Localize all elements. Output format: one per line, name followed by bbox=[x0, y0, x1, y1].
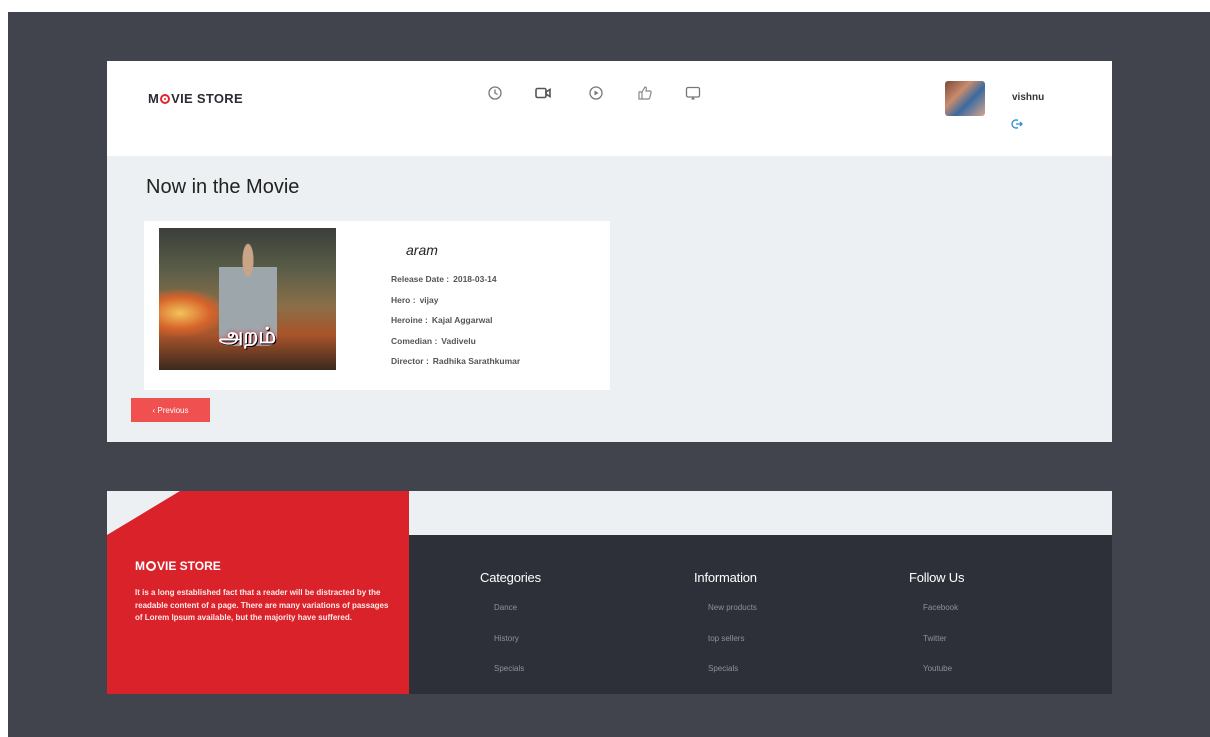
footer-link[interactable]: Specials bbox=[494, 664, 541, 695]
footer-logo[interactable]: M VIE STORE bbox=[135, 559, 221, 573]
user-name[interactable]: vishnu bbox=[1012, 92, 1044, 103]
detail-heroine: Heroine : Kajal Aggarwal bbox=[391, 315, 493, 325]
site-logo[interactable]: M VIE STORE bbox=[148, 91, 243, 106]
video-camera-icon[interactable] bbox=[533, 83, 553, 103]
footer-col-information: Information New products top sellers Spe… bbox=[694, 570, 757, 695]
play-circle-icon[interactable] bbox=[586, 83, 606, 103]
footer-link[interactable]: Specials bbox=[708, 664, 757, 695]
previous-button[interactable]: ‹ Previous bbox=[131, 398, 210, 422]
movie-details: Release Date :2018-03-14 Hero : vijay Her… bbox=[391, 274, 520, 377]
page-title: Now in the Movie bbox=[146, 176, 300, 198]
logout-icon[interactable] bbox=[1011, 117, 1023, 129]
movie-name[interactable]: aram bbox=[406, 242, 438, 258]
footer-col-title: Categories bbox=[480, 570, 541, 585]
top-header: M VIE STORE vishnu bbox=[107, 61, 1112, 156]
detail-director: Director : Radhika Sarathkumar bbox=[391, 356, 521, 366]
main-content: Now in the Movie அறம் aram Release Date … bbox=[107, 156, 1112, 442]
footer-dark-panel: Categories Dance History Specials Inform… bbox=[409, 535, 1112, 694]
screen-cast-icon[interactable] bbox=[683, 83, 703, 103]
movie-card[interactable]: அறம் aram Release Date :2018-03-14 Hero … bbox=[144, 221, 610, 390]
footer-col-title: Follow Us bbox=[909, 570, 965, 585]
footer-col-follow-us: Follow Us Facebook Twitter Youtube bbox=[909, 570, 964, 695]
footer-link[interactable]: New products bbox=[708, 603, 757, 634]
footer-link[interactable]: Youtube bbox=[923, 664, 964, 695]
footer-link[interactable]: Facebook bbox=[923, 603, 964, 634]
movie-poster[interactable]: அறம் bbox=[159, 228, 336, 370]
footer-brand-block: M VIE STORE It is a long established fact… bbox=[107, 535, 409, 694]
detail-hero: Hero : vijay bbox=[391, 294, 439, 305]
footer-link[interactable]: History bbox=[494, 634, 541, 665]
logo-o-icon bbox=[160, 94, 171, 104]
user-avatar[interactable] bbox=[945, 81, 985, 116]
footer-description: It is a long established fact that a rea… bbox=[135, 588, 389, 622]
footer-col-categories: Categories Dance History Specials bbox=[480, 570, 541, 695]
detail-release-date: Release Date :2018-03-14 bbox=[391, 274, 497, 284]
detail-comedian: Comedian : Vadivelu bbox=[391, 335, 476, 346]
logo-o-icon bbox=[146, 561, 156, 571]
footer-link[interactable]: Dance bbox=[494, 603, 541, 634]
thumbs-up-icon[interactable] bbox=[635, 83, 655, 103]
poster-title: அறம் bbox=[218, 324, 277, 349]
clock-icon[interactable] bbox=[485, 83, 505, 103]
footer-col-title: Information bbox=[694, 570, 757, 585]
footer-link[interactable]: top sellers bbox=[708, 634, 757, 665]
footer-link[interactable]: Twitter bbox=[923, 634, 964, 665]
